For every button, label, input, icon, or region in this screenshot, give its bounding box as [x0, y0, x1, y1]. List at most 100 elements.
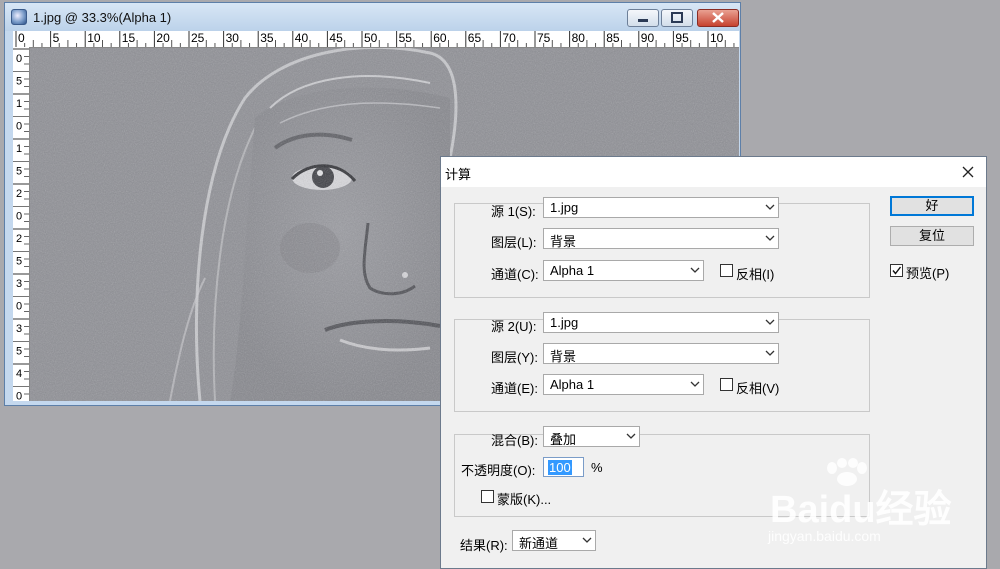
- source1-layer-select[interactable]: 背景: [543, 228, 779, 249]
- ruler-label: 10: [710, 31, 724, 45]
- ruler-label: 3: [16, 323, 22, 335]
- source1-channel-value: Alpha 1: [550, 263, 595, 278]
- opacity-label: 不透明度(O):: [461, 463, 536, 478]
- source2-label: 源 2(U):: [491, 319, 537, 334]
- chevron-down-icon: [765, 204, 775, 210]
- ruler-label: 35: [260, 31, 274, 45]
- close-button[interactable]: [697, 9, 739, 27]
- ruler-label: 2: [16, 233, 22, 245]
- ruler-label: 5: [16, 76, 22, 88]
- minimize-icon: [638, 19, 648, 22]
- source1-label: 源 1(S):: [491, 204, 536, 219]
- ruler-label: 55: [399, 31, 413, 45]
- opacity-value: 100: [548, 460, 572, 475]
- ruler-label: 0: [16, 121, 22, 133]
- blending-mode-select[interactable]: 叠加: [543, 426, 640, 447]
- ruler-label: 3: [16, 278, 22, 290]
- ruler-label: 0: [16, 391, 22, 402]
- source1-invert-checkbox[interactable]: [720, 264, 733, 277]
- ruler-label: 5: [16, 346, 22, 358]
- ruler-label: 90: [641, 31, 655, 45]
- ruler-label: 2: [16, 188, 22, 200]
- ruler-label: 5: [16, 166, 22, 178]
- ruler-label: 1: [16, 143, 22, 155]
- source1-channel-select[interactable]: Alpha 1: [543, 260, 704, 281]
- ruler-label: 95: [675, 31, 689, 45]
- minimize-button[interactable]: [627, 9, 659, 27]
- source2-select[interactable]: 1.jpg: [543, 312, 779, 333]
- vertical-ruler[interactable]: 0510152025303540: [13, 47, 30, 401]
- preview-label: 预览(P): [906, 266, 950, 281]
- chevron-down-icon: [765, 350, 775, 356]
- ruler-label: 65: [468, 31, 482, 45]
- blending-mode-value: 叠加: [550, 432, 577, 447]
- ruler-label: 70: [502, 31, 516, 45]
- result-select[interactable]: 新通道: [512, 530, 596, 551]
- ruler-label: 85: [606, 31, 620, 45]
- chevron-down-icon: [690, 381, 700, 387]
- ruler-label: 80: [572, 31, 586, 45]
- chevron-down-icon: [690, 267, 700, 273]
- source2-channel-value: Alpha 1: [550, 377, 595, 392]
- dialog-titlebar[interactable]: 计算: [441, 157, 986, 187]
- source2-invert-label: 反相(V): [736, 381, 780, 396]
- baidu-jingyan-watermark: Baidu经验 jingyan.baidu.com: [762, 458, 952, 548]
- source1-invert-label: 反相(I): [736, 267, 775, 282]
- ruler-label: 60: [433, 31, 447, 45]
- ruler-label: 15: [122, 31, 136, 45]
- ruler-label: 0: [16, 301, 22, 313]
- ruler-label: 0: [16, 53, 22, 65]
- result-value: 新通道: [519, 536, 559, 551]
- source2-channel-label: 通道(E):: [491, 381, 538, 396]
- chevron-down-icon: [765, 319, 775, 325]
- blending-label: 混合(B):: [491, 433, 538, 448]
- ruler-label: 1: [16, 98, 22, 110]
- mask-label: 蒙版(K)...: [497, 492, 552, 507]
- ruler-label: 0: [18, 31, 25, 45]
- source1-value: 1.jpg: [550, 200, 579, 215]
- watermark-brand: Baidu经验: [770, 489, 952, 531]
- ruler-label: 75: [537, 31, 551, 45]
- watermark-url: jingyan.baidu.com: [768, 528, 881, 544]
- document-titlebar[interactable]: 1.jpg @ 33.3%(Alpha 1): [5, 3, 740, 31]
- ruler-label: 10: [87, 31, 101, 45]
- dialog-title: 计算: [445, 167, 472, 182]
- ruler-label: 4: [16, 368, 22, 380]
- source2-channel-select[interactable]: Alpha 1: [543, 374, 704, 395]
- ruler-label: 20: [156, 31, 170, 45]
- source2-layer-value: 背景: [550, 349, 577, 364]
- reset-button[interactable]: 复位: [890, 226, 974, 246]
- ruler-label: 5: [53, 31, 60, 45]
- ruler-label: 40: [295, 31, 309, 45]
- result-label: 结果(R):: [460, 538, 508, 553]
- source2-layer-label: 图层(Y):: [491, 350, 538, 365]
- source1-layer-value: 背景: [550, 234, 577, 249]
- source2-value: 1.jpg: [550, 315, 579, 330]
- source1-select[interactable]: 1.jpg: [543, 197, 779, 218]
- chevron-down-icon: [765, 235, 775, 241]
- ruler-label: 5: [16, 256, 22, 268]
- source1-channel-label: 通道(C):: [491, 267, 539, 282]
- opacity-unit: %: [591, 460, 603, 475]
- close-icon: [712, 12, 724, 23]
- close-icon: [962, 166, 974, 178]
- photoshop-document-icon: [11, 9, 27, 25]
- checkmark-icon: [892, 266, 902, 275]
- maximize-button[interactable]: [661, 9, 693, 27]
- source2-layer-select[interactable]: 背景: [543, 343, 779, 364]
- source1-layer-label: 图层(L):: [491, 235, 537, 250]
- maximize-icon: [671, 12, 683, 23]
- document-title: 1.jpg @ 33.3%(Alpha 1): [33, 10, 172, 25]
- ok-button[interactable]: 好: [890, 196, 974, 216]
- preview-checkbox[interactable]: [890, 264, 903, 277]
- ruler-label: 45: [329, 31, 343, 45]
- source2-invert-checkbox[interactable]: [720, 378, 733, 391]
- horizontal-ruler[interactable]: 0 5 10 15 20 25 30 35 40 45 50 55 60 65 70 75 80 85 90 95 10: [13, 31, 739, 48]
- ruler-label: 30: [226, 31, 240, 45]
- ruler-label: 25: [191, 31, 205, 45]
- opacity-input[interactable]: 100: [543, 457, 584, 477]
- dialog-close-button[interactable]: [957, 161, 979, 183]
- ruler-label: 0: [16, 211, 22, 223]
- mask-checkbox[interactable]: [481, 490, 494, 503]
- chevron-down-icon: [582, 537, 592, 543]
